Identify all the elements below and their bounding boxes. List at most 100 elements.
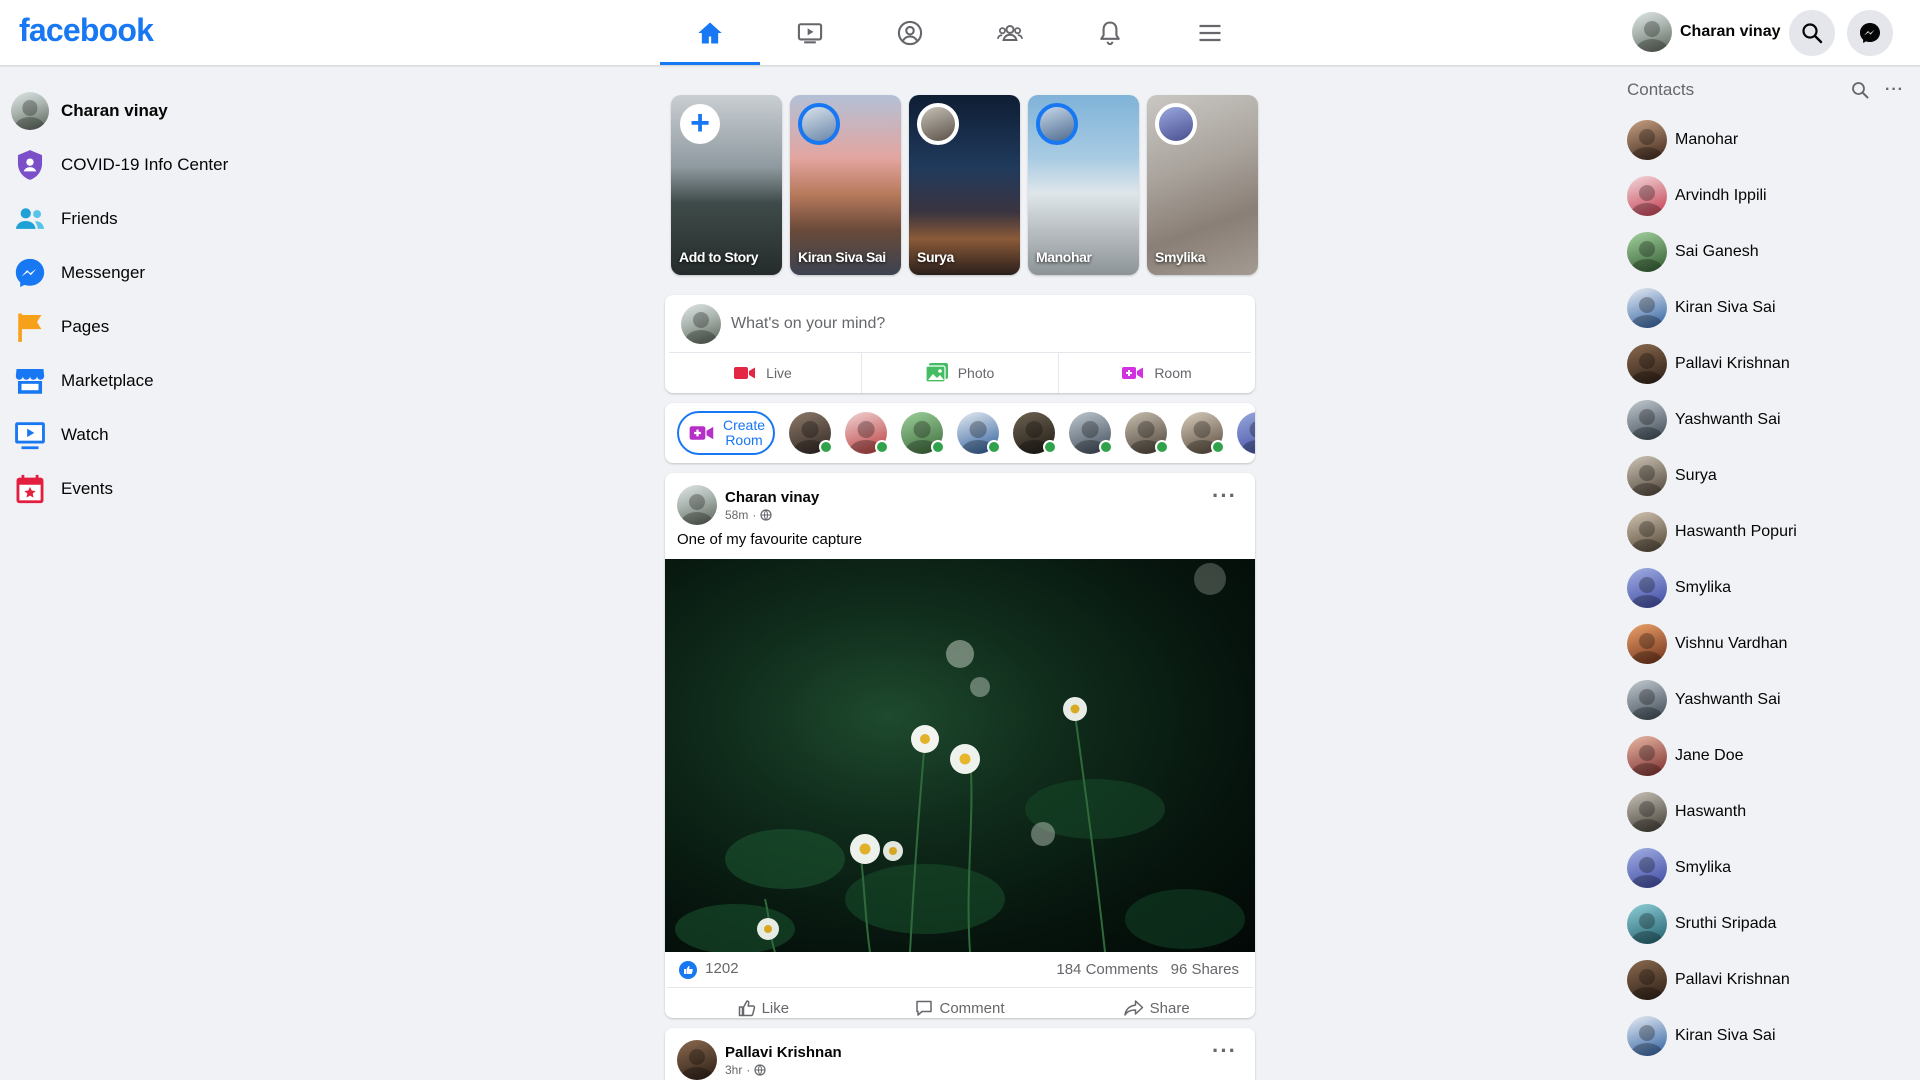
contact-item[interactable]: Surya [1627, 448, 1912, 504]
online-indicator [875, 440, 889, 454]
separator-dot: · [746, 1062, 751, 1077]
shares-count[interactable]: 96 Shares [1171, 961, 1239, 978]
like-button[interactable]: Like [665, 988, 862, 1028]
tab-notifications[interactable] [1060, 0, 1160, 65]
online-friend[interactable] [1181, 412, 1225, 454]
online-friend[interactable] [1069, 412, 1113, 454]
tab-menu[interactable] [1160, 0, 1260, 65]
watch-icon [15, 422, 45, 450]
post-options-button[interactable]: ··· [1212, 1040, 1237, 1062]
story-card[interactable]: Surya [909, 95, 1020, 275]
reactions-summary[interactable]: 1202 [679, 960, 739, 979]
messenger-button[interactable] [1847, 10, 1893, 56]
sidebar-item-messenger[interactable]: Messenger [11, 246, 341, 300]
contact-item[interactable]: Sai Ganesh [1627, 224, 1912, 280]
contact-name: Smylika [1675, 579, 1732, 596]
online-friend[interactable] [1237, 412, 1255, 454]
share-label: Share [1149, 999, 1190, 1017]
sidebar-item-marketplace[interactable]: Marketplace [11, 354, 341, 408]
watch-icon [797, 22, 823, 43]
online-indicator [1155, 440, 1169, 454]
tab-profile[interactable] [860, 0, 960, 65]
contact-item[interactable]: Pallavi Krishnan [1627, 952, 1912, 1008]
story-card[interactable]: Manohar [1028, 95, 1139, 275]
contact-name: Pallavi Krishnan [1675, 971, 1790, 988]
avatar [1627, 736, 1667, 776]
contact-item[interactable]: Vishnu Vardhan [1627, 616, 1912, 672]
contact-item[interactable]: Smylika [1627, 840, 1912, 896]
contact-item[interactable]: Sruthi Sripada [1627, 896, 1912, 952]
avatar[interactable] [677, 485, 717, 525]
plus-icon[interactable]: + [680, 104, 720, 144]
avatar [1627, 960, 1667, 1000]
post-time[interactable]: 3hr [725, 1063, 742, 1077]
contact-item[interactable]: Kiran Siva Sai [1627, 1008, 1912, 1064]
online-friend[interactable] [957, 412, 1001, 454]
contact-item[interactable]: Manohar [1627, 112, 1912, 168]
tab-watch[interactable] [760, 0, 860, 65]
messenger-icon [15, 258, 45, 288]
comment-button[interactable]: Comment [862, 988, 1059, 1028]
avatar [1237, 412, 1255, 454]
tab-groups[interactable] [960, 0, 1060, 65]
avatar[interactable] [677, 1040, 717, 1080]
bell-icon [1100, 20, 1120, 45]
contact-item[interactable]: Kiran Siva Sai [1627, 280, 1912, 336]
post-author[interactable]: Pallavi Krishnan [725, 1044, 842, 1061]
search-button[interactable] [1789, 10, 1835, 56]
sidebar-item-friends[interactable]: Friends [11, 192, 341, 246]
post-time[interactable]: 58m [725, 508, 748, 522]
post-author[interactable]: Charan vinay [725, 489, 819, 506]
contact-item[interactable]: Jane Doe [1627, 728, 1912, 784]
comments-count[interactable]: 184 Comments [1056, 961, 1158, 978]
contact-item[interactable]: Smylika [1627, 560, 1912, 616]
story-name: Manohar [1036, 249, 1092, 265]
avatar [1627, 232, 1667, 272]
composer-input[interactable]: What's on your mind? [731, 315, 885, 333]
facebook-logo[interactable]: facebook [19, 12, 154, 49]
profile-icon [897, 20, 923, 45]
sidebar-item-profile[interactable]: Charan vinay [11, 84, 341, 138]
contact-item[interactable]: Yashwanth Sai [1627, 392, 1912, 448]
more-icon[interactable]: ··· [1885, 82, 1904, 98]
avatar [798, 103, 840, 145]
contact-item[interactable]: Yashwanth Sai [1627, 672, 1912, 728]
post-options-button[interactable]: ··· [1212, 485, 1237, 507]
contact-item[interactable]: Pallavi Krishnan [1627, 336, 1912, 392]
story-card[interactable]: Smylika [1147, 95, 1258, 275]
sidebar-item-events[interactable]: Events [11, 462, 341, 516]
online-friend[interactable] [1125, 412, 1169, 454]
contact-name: Jane Doe [1675, 747, 1744, 764]
search-icon[interactable] [1851, 81, 1869, 99]
profile-chip[interactable]: Charan vinay [1632, 11, 1780, 53]
sidebar-item-covid-info-center[interactable]: COVID-19 Info Center [11, 138, 341, 192]
contact-item[interactable]: Arvindh Ippili [1627, 168, 1912, 224]
online-friend[interactable] [1013, 412, 1057, 454]
photo-button[interactable]: Photo [861, 353, 1058, 393]
photo-icon [925, 363, 948, 383]
online-friend[interactable] [901, 412, 945, 454]
like-reaction-icon [679, 960, 697, 979]
online-friend[interactable] [845, 412, 889, 454]
contact-item[interactable]: Haswanth [1627, 784, 1912, 840]
story-card[interactable]: Kiran Siva Sai [790, 95, 901, 275]
online-indicator [1043, 440, 1057, 454]
post-photo[interactable] [665, 559, 1255, 952]
online-friend[interactable] [789, 412, 833, 454]
home-icon [698, 22, 722, 43]
share-button[interactable]: Share [1058, 988, 1255, 1028]
globe-icon [760, 508, 772, 521]
sidebar-item-pages[interactable]: Pages [11, 300, 341, 354]
tab-home[interactable] [660, 0, 760, 65]
room-button[interactable]: Room [1058, 353, 1255, 393]
create-room-button[interactable]: Create Room [677, 411, 775, 455]
left-sidebar: Charan vinay COVID-19 Info Center Friend… [11, 84, 341, 516]
avatar [1627, 456, 1667, 496]
contact-item[interactable]: Haswanth Popuri [1627, 504, 1912, 560]
story-add[interactable]: + Add to Story [671, 95, 782, 275]
sidebar-item-watch[interactable]: Watch [11, 408, 341, 462]
live-video-button[interactable]: Live [665, 353, 861, 393]
separator-dot: · [752, 507, 757, 522]
search-icon [1802, 23, 1823, 44]
feed-post: Pallavi Krishnan 3hr · ··· [665, 1028, 1255, 1080]
